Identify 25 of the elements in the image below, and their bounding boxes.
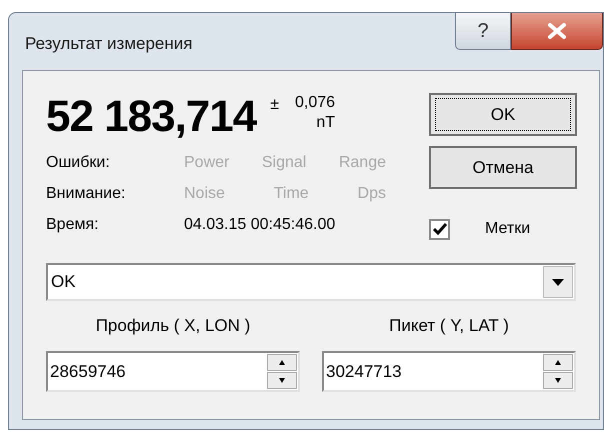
measurement-value: 52 183,714: [46, 93, 256, 141]
combobox-value: OK: [51, 271, 76, 294]
status-label: Внимание:: [46, 184, 126, 204]
marks-label: Метки: [485, 219, 530, 239]
field-label: Профиль ( X, LON ): [96, 315, 250, 337]
dialog-button[interactable]: OK: [429, 93, 577, 136]
help-button[interactable]: ?: [455, 13, 511, 50]
time-value: 04.03.15 00:45:46.00: [184, 214, 336, 234]
window-title: Результат измерения: [25, 33, 192, 55]
plus-minus-sign: ±: [270, 97, 279, 113]
status-combobox[interactable]: OK: [46, 263, 576, 301]
unit-label: nT: [316, 113, 336, 133]
dialog-button[interactable]: Отмена: [429, 146, 577, 189]
status-flag-label: Signal: [262, 152, 306, 172]
status-flag-label: Range: [338, 152, 386, 172]
status-flag-label: Noise: [184, 184, 225, 204]
error-value: 0,076: [295, 93, 336, 113]
status-flag-label: Time: [274, 184, 309, 204]
status-flag-label: Power: [184, 152, 230, 172]
time-label: Время:: [46, 214, 100, 234]
field-label: Пикет ( Y, LAT ): [389, 315, 509, 337]
spin-field[interactable]: 30247713: [322, 351, 576, 392]
status-label: Ошибки:: [46, 152, 111, 172]
spin-field[interactable]: 28659746: [46, 351, 300, 392]
status-flag-label: Dps: [358, 184, 386, 204]
